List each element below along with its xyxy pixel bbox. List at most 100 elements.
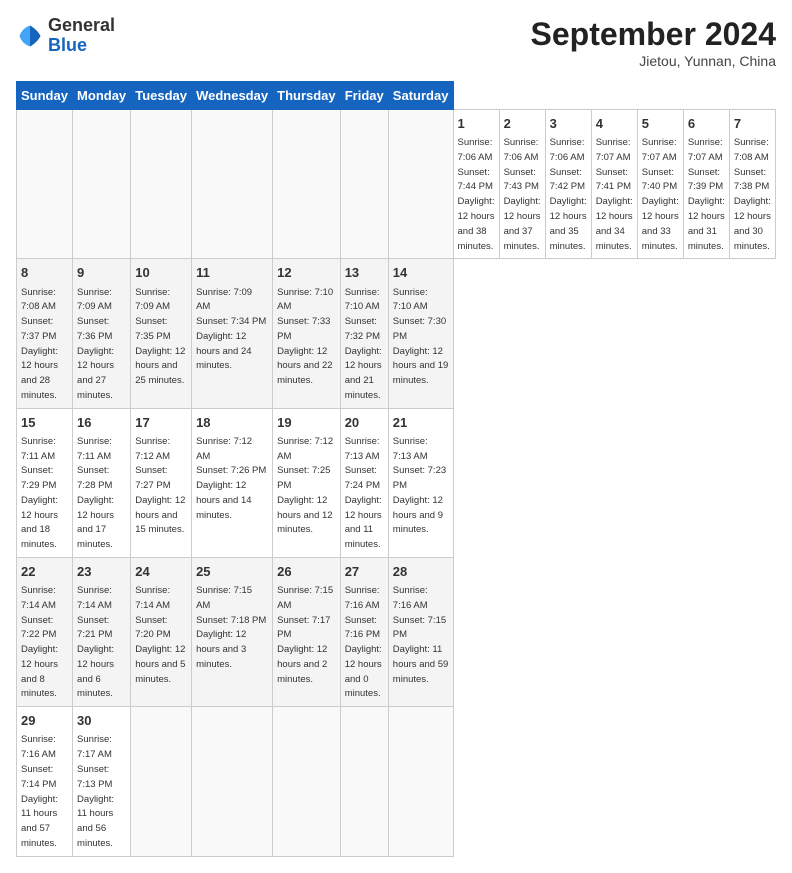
col-tuesday: Tuesday bbox=[131, 82, 192, 110]
table-row: 20 Sunrise: 7:13 AMSunset: 7:24 PMDaylig… bbox=[340, 408, 388, 557]
table-row: 29 Sunrise: 7:16 AMSunset: 7:14 PMDaylig… bbox=[17, 707, 73, 856]
day-number: 24 bbox=[135, 563, 187, 581]
day-info: Sunrise: 7:11 AMSunset: 7:29 PMDaylight:… bbox=[21, 436, 58, 550]
table-row bbox=[192, 110, 273, 259]
table-row bbox=[273, 110, 341, 259]
day-info: Sunrise: 7:12 AMSunset: 7:26 PMDaylight:… bbox=[196, 436, 266, 521]
table-row: 30 Sunrise: 7:17 AMSunset: 7:13 PMDaylig… bbox=[73, 707, 131, 856]
table-row: 28 Sunrise: 7:16 AMSunset: 7:15 PMDaylig… bbox=[388, 557, 453, 706]
day-info: Sunrise: 7:13 AMSunset: 7:24 PMDaylight:… bbox=[345, 436, 382, 550]
calendar-subtitle: Jietou, Yunnan, China bbox=[531, 53, 776, 69]
day-number: 27 bbox=[345, 563, 384, 581]
day-info: Sunrise: 7:14 AMSunset: 7:22 PMDaylight:… bbox=[21, 585, 58, 699]
day-info: Sunrise: 7:12 AMSunset: 7:27 PMDaylight:… bbox=[135, 436, 185, 536]
title-block: September 2024 Jietou, Yunnan, China bbox=[531, 16, 776, 69]
table-row bbox=[388, 110, 453, 259]
day-number: 8 bbox=[21, 264, 68, 282]
table-row: 26 Sunrise: 7:15 AMSunset: 7:17 PMDaylig… bbox=[273, 557, 341, 706]
day-number: 3 bbox=[550, 115, 587, 133]
day-number: 26 bbox=[277, 563, 336, 581]
calendar-header: Sunday Monday Tuesday Wednesday Thursday… bbox=[17, 82, 776, 110]
day-info: Sunrise: 7:14 AMSunset: 7:21 PMDaylight:… bbox=[77, 585, 114, 699]
day-info: Sunrise: 7:07 AMSunset: 7:40 PMDaylight:… bbox=[642, 137, 679, 251]
day-info: Sunrise: 7:16 AMSunset: 7:15 PMDaylight:… bbox=[393, 585, 448, 685]
day-info: Sunrise: 7:16 AMSunset: 7:14 PMDaylight:… bbox=[21, 734, 58, 848]
day-info: Sunrise: 7:10 AMSunset: 7:32 PMDaylight:… bbox=[345, 287, 382, 401]
table-row: 24 Sunrise: 7:14 AMSunset: 7:20 PMDaylig… bbox=[131, 557, 192, 706]
day-number: 12 bbox=[277, 264, 336, 282]
day-info: Sunrise: 7:08 AMSunset: 7:37 PMDaylight:… bbox=[21, 287, 58, 401]
table-row: 11 Sunrise: 7:09 AMSunset: 7:34 PMDaylig… bbox=[192, 259, 273, 408]
table-row bbox=[131, 707, 192, 856]
table-row: 7 Sunrise: 7:08 AMSunset: 7:38 PMDayligh… bbox=[729, 110, 775, 259]
table-row: 14 Sunrise: 7:10 AMSunset: 7:30 PMDaylig… bbox=[388, 259, 453, 408]
table-row: 21 Sunrise: 7:13 AMSunset: 7:23 PMDaylig… bbox=[388, 408, 453, 557]
day-info: Sunrise: 7:15 AMSunset: 7:17 PMDaylight:… bbox=[277, 585, 333, 685]
day-info: Sunrise: 7:09 AMSunset: 7:35 PMDaylight:… bbox=[135, 287, 185, 387]
day-info: Sunrise: 7:08 AMSunset: 7:38 PMDaylight:… bbox=[734, 137, 771, 251]
day-number: 15 bbox=[21, 414, 68, 432]
col-wednesday: Wednesday bbox=[192, 82, 273, 110]
day-number: 11 bbox=[196, 264, 268, 282]
day-info: Sunrise: 7:15 AMSunset: 7:18 PMDaylight:… bbox=[196, 585, 266, 670]
day-info: Sunrise: 7:14 AMSunset: 7:20 PMDaylight:… bbox=[135, 585, 185, 685]
table-row: 4 Sunrise: 7:07 AMSunset: 7:41 PMDayligh… bbox=[591, 110, 637, 259]
day-info: Sunrise: 7:13 AMSunset: 7:23 PMDaylight:… bbox=[393, 436, 446, 536]
col-sunday: Sunday bbox=[17, 82, 73, 110]
table-row bbox=[340, 707, 388, 856]
table-row bbox=[340, 110, 388, 259]
day-info: Sunrise: 7:10 AMSunset: 7:33 PMDaylight:… bbox=[277, 287, 333, 387]
table-row: 27 Sunrise: 7:16 AMSunset: 7:16 PMDaylig… bbox=[340, 557, 388, 706]
table-row: 13 Sunrise: 7:10 AMSunset: 7:32 PMDaylig… bbox=[340, 259, 388, 408]
logo-icon bbox=[16, 22, 44, 50]
table-row: 16 Sunrise: 7:11 AMSunset: 7:28 PMDaylig… bbox=[73, 408, 131, 557]
table-row: 3 Sunrise: 7:06 AMSunset: 7:42 PMDayligh… bbox=[545, 110, 591, 259]
table-row bbox=[388, 707, 453, 856]
day-number: 13 bbox=[345, 264, 384, 282]
day-number: 28 bbox=[393, 563, 449, 581]
table-row: 6 Sunrise: 7:07 AMSunset: 7:39 PMDayligh… bbox=[683, 110, 729, 259]
logo-blue-text: Blue bbox=[48, 35, 87, 55]
logo: General Blue bbox=[16, 16, 115, 56]
col-monday: Monday bbox=[73, 82, 131, 110]
col-saturday: Saturday bbox=[388, 82, 453, 110]
day-number: 4 bbox=[596, 115, 633, 133]
day-number: 16 bbox=[77, 414, 126, 432]
day-info: Sunrise: 7:17 AMSunset: 7:13 PMDaylight:… bbox=[77, 734, 114, 848]
day-info: Sunrise: 7:07 AMSunset: 7:41 PMDaylight:… bbox=[596, 137, 633, 251]
calendar-title: September 2024 bbox=[531, 16, 776, 53]
table-row bbox=[192, 707, 273, 856]
table-row: 19 Sunrise: 7:12 AMSunset: 7:25 PMDaylig… bbox=[273, 408, 341, 557]
table-row: 18 Sunrise: 7:12 AMSunset: 7:26 PMDaylig… bbox=[192, 408, 273, 557]
calendar-body: 1 Sunrise: 7:06 AMSunset: 7:44 PMDayligh… bbox=[17, 110, 776, 857]
day-number: 29 bbox=[21, 712, 68, 730]
page-header: General Blue September 2024 Jietou, Yunn… bbox=[16, 16, 776, 69]
table-row: 15 Sunrise: 7:11 AMSunset: 7:29 PMDaylig… bbox=[17, 408, 73, 557]
day-number: 1 bbox=[458, 115, 495, 133]
day-number: 18 bbox=[196, 414, 268, 432]
day-info: Sunrise: 7:06 AMSunset: 7:42 PMDaylight:… bbox=[550, 137, 587, 251]
table-row: 23 Sunrise: 7:14 AMSunset: 7:21 PMDaylig… bbox=[73, 557, 131, 706]
table-row: 1 Sunrise: 7:06 AMSunset: 7:44 PMDayligh… bbox=[453, 110, 499, 259]
day-number: 9 bbox=[77, 264, 126, 282]
day-info: Sunrise: 7:10 AMSunset: 7:30 PMDaylight:… bbox=[393, 287, 448, 387]
day-number: 17 bbox=[135, 414, 187, 432]
day-info: Sunrise: 7:06 AMSunset: 7:44 PMDaylight:… bbox=[458, 137, 495, 251]
table-row: 17 Sunrise: 7:12 AMSunset: 7:27 PMDaylig… bbox=[131, 408, 192, 557]
calendar-table: Sunday Monday Tuesday Wednesday Thursday… bbox=[16, 81, 776, 857]
table-row: 25 Sunrise: 7:15 AMSunset: 7:18 PMDaylig… bbox=[192, 557, 273, 706]
day-info: Sunrise: 7:09 AMSunset: 7:34 PMDaylight:… bbox=[196, 287, 266, 372]
table-row bbox=[131, 110, 192, 259]
table-row bbox=[73, 110, 131, 259]
table-row: 22 Sunrise: 7:14 AMSunset: 7:22 PMDaylig… bbox=[17, 557, 73, 706]
table-row: 10 Sunrise: 7:09 AMSunset: 7:35 PMDaylig… bbox=[131, 259, 192, 408]
day-number: 21 bbox=[393, 414, 449, 432]
day-info: Sunrise: 7:16 AMSunset: 7:16 PMDaylight:… bbox=[345, 585, 382, 699]
col-friday: Friday bbox=[340, 82, 388, 110]
day-number: 6 bbox=[688, 115, 725, 133]
day-number: 14 bbox=[393, 264, 449, 282]
day-number: 25 bbox=[196, 563, 268, 581]
table-row bbox=[17, 110, 73, 259]
day-number: 20 bbox=[345, 414, 384, 432]
day-number: 5 bbox=[642, 115, 679, 133]
